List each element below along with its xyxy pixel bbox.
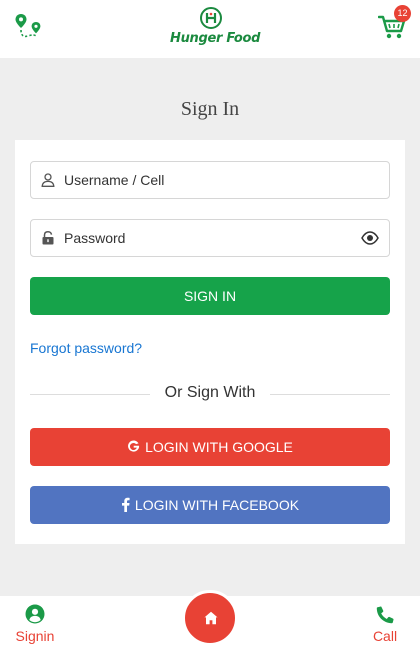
home-icon	[204, 611, 218, 625]
cart-count-badge: 12	[394, 5, 411, 22]
google-icon	[128, 440, 140, 452]
brand-name: Hunger Food	[170, 31, 261, 46]
top-bar: Hunger Food 12	[0, 0, 420, 58]
nav-signin-label: Signin	[15, 628, 55, 644]
or-sign-with-divider: Or Sign With	[30, 384, 390, 404]
user-icon	[41, 173, 55, 187]
lock-icon	[42, 231, 54, 245]
eye-icon[interactable]	[361, 231, 379, 245]
or-sign-with-label: Or Sign With	[164, 384, 256, 401]
nav-signin[interactable]: Signin	[10, 604, 60, 650]
home-button[interactable]	[182, 590, 238, 646]
phone-icon	[376, 606, 394, 624]
nav-call-label: Call	[372, 628, 398, 644]
username-input[interactable]	[64, 162, 354, 198]
map-route-icon[interactable]	[14, 13, 44, 41]
signin-button[interactable]: SIGN IN	[30, 277, 390, 315]
user-circle-icon	[25, 604, 45, 624]
google-login-label: LOGIN WITH GOOGLE	[145, 439, 293, 455]
facebook-login-label: LOGIN WITH FACEBOOK	[134, 497, 300, 513]
forgot-password-link[interactable]: Forgot password?	[30, 340, 142, 356]
signin-card: SIGN IN Forgot password? Or Sign With LO…	[15, 140, 405, 544]
password-field[interactable]	[30, 219, 390, 257]
google-login-button[interactable]: LOGIN WITH GOOGLE	[30, 428, 390, 466]
username-field[interactable]	[30, 161, 390, 199]
page-title: Sign In	[180, 98, 240, 120]
facebook-login-button[interactable]: LOGIN WITH FACEBOOK	[30, 486, 390, 524]
password-input[interactable]	[64, 220, 354, 256]
hunger-food-logo	[200, 7, 222, 29]
divider-line-right	[270, 394, 390, 395]
nav-call[interactable]: Call	[365, 604, 405, 650]
brand[interactable]: Hunger Food	[170, 7, 261, 51]
facebook-icon	[121, 498, 130, 513]
